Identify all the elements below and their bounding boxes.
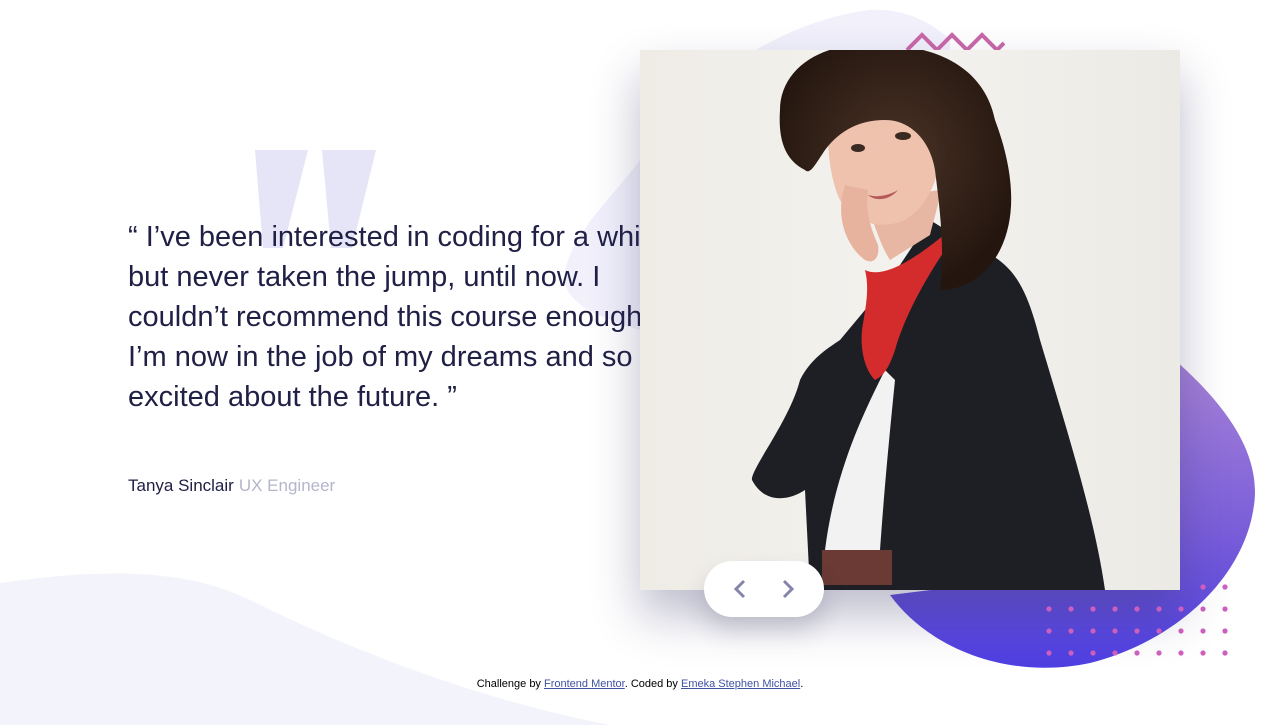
decoration-dot	[1222, 628, 1228, 634]
decoration-dot	[1046, 606, 1052, 612]
author-info: Tanya Sinclair UX Engineer	[128, 476, 335, 496]
decoration-dot	[1134, 650, 1140, 656]
chevron-right-icon	[782, 579, 795, 599]
belt-shape	[822, 550, 892, 585]
decoration-dot	[1156, 650, 1162, 656]
author-role: UX Engineer	[238, 476, 336, 495]
decoration-dot	[1222, 584, 1228, 590]
decoration-dot	[1090, 628, 1096, 634]
right-eye	[895, 132, 911, 140]
decoration-dot	[1134, 628, 1140, 634]
decoration-dot	[1200, 628, 1206, 634]
wave-shape	[0, 573, 610, 725]
next-button[interactable]	[758, 561, 818, 617]
testimonial-quote: “ I’ve been interested in coding for a w…	[128, 221, 664, 413]
frontend-mentor-link[interactable]: Frontend Mentor	[544, 678, 625, 690]
decoration-dot	[1090, 606, 1096, 612]
decoration-dot	[1046, 650, 1052, 656]
attribution: Challenge by Frontend Mentor. Coded by E…	[0, 677, 1280, 691]
decoration-dot	[1178, 628, 1184, 634]
author-link[interactable]: Emeka Stephen Michael	[681, 678, 800, 690]
decoration-dot	[1156, 606, 1162, 612]
decoration-dot	[1134, 606, 1140, 612]
decoration-dot	[1068, 650, 1074, 656]
decoration-dot	[1222, 650, 1228, 656]
testimonial-photo	[640, 50, 1180, 590]
attribution-prefix: Challenge by	[476, 678, 541, 690]
dot-grid-decoration	[1046, 584, 1228, 656]
decoration-dot	[1200, 584, 1206, 590]
author-name: Tanya Sinclair	[128, 476, 234, 495]
decoration-dot	[1112, 606, 1118, 612]
zigzag-decoration-icon	[905, 32, 1005, 52]
decoration-dot	[1156, 628, 1162, 634]
decoration-dot	[1200, 606, 1206, 612]
decoration-dot	[1046, 628, 1052, 634]
decoration-dot	[1112, 628, 1118, 634]
attribution-suffix: .	[800, 678, 804, 690]
decoration-dot	[1178, 650, 1184, 656]
decoration-dot	[1068, 628, 1074, 634]
page: “ I’ve been interested in coding for a w…	[0, 0, 1280, 725]
decoration-dot	[1178, 606, 1184, 612]
decoration-dot	[1068, 606, 1074, 612]
person-photo	[640, 50, 1180, 590]
slider-navigation	[704, 561, 824, 617]
decoration-dot	[1200, 650, 1206, 656]
chevron-left-icon	[733, 579, 746, 599]
attribution-middle: . Coded by	[624, 678, 678, 690]
decoration-dot	[1222, 606, 1228, 612]
decoration-dot	[1112, 650, 1118, 656]
decoration-dot	[1090, 650, 1096, 656]
left-eye	[851, 144, 865, 152]
